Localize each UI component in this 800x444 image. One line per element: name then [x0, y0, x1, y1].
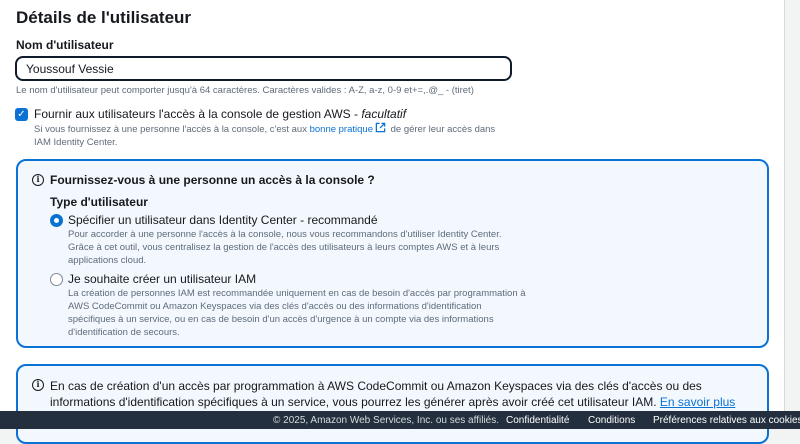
section-title: Détails de l'utilisateur [16, 8, 192, 27]
console-question-title: Fournissez-vous à une personne un accès … [50, 173, 375, 187]
footer-copyright: © 2025, Amazon Web Services, Inc. ou ses… [273, 415, 500, 426]
option-iam-user-label[interactable]: Je souhaite créer un utilisateur IAM [68, 272, 256, 286]
learn-more-link[interactable]: En savoir plus [660, 395, 735, 409]
best-practice-link[interactable]: bonne pratique [310, 124, 373, 135]
console-access-label[interactable]: Fournir aux utilisateurs l'accès à la co… [34, 107, 406, 121]
option-iam-user-description: La création de personnes IAM est recomma… [68, 288, 526, 338]
console-access-checkbox[interactable]: ✓ [15, 108, 28, 121]
console-access-label-text: Fournir aux utilisateurs l'accès à la co… [34, 107, 362, 121]
footer-privacy-link[interactable]: Confidentialité [506, 415, 569, 426]
console-access-desc-prefix: Si vous fournissez à une personne l'accè… [34, 124, 310, 135]
footer-cookies-link[interactable]: Préférences relatives aux cookies [653, 415, 800, 426]
username-label: Nom d'utilisateur [16, 38, 114, 52]
console-footer: © 2025, Amazon Web Services, Inc. ou ses… [0, 411, 800, 429]
checkmark-icon: ✓ [17, 109, 26, 120]
info-icon: i [32, 379, 44, 391]
footer-terms-link[interactable]: Conditions [588, 415, 635, 426]
optional-tag: facultatif [361, 107, 407, 121]
username-hint: Le nom d'utilisateur peut comporter jusq… [16, 85, 474, 96]
option-identity-center-label[interactable]: Spécifier un utilisateur dans Identity C… [68, 213, 378, 227]
user-details-panel: Détails de l'utilisateur Nom d'utilisate… [0, 0, 785, 444]
external-link-icon [375, 122, 386, 133]
programmatic-access-info-box: i En cas de création d'un accès par prog… [16, 364, 769, 444]
option-identity-center-description: Pour accorder à une personne l'accès à l… [68, 229, 502, 266]
programmatic-access-body: En cas de création d'un accès par progra… [50, 379, 702, 409]
radio-identity-center[interactable] [50, 214, 63, 227]
console-access-description: Si vous fournissez à une personne l'accè… [34, 122, 504, 149]
radio-iam-user[interactable] [50, 273, 63, 286]
info-icon: i [32, 174, 44, 186]
console-access-info-box: i Fournissez-vous à une personne un accè… [16, 159, 769, 348]
user-type-label: Type d'utilisateur [50, 195, 148, 209]
username-input[interactable] [15, 56, 512, 81]
